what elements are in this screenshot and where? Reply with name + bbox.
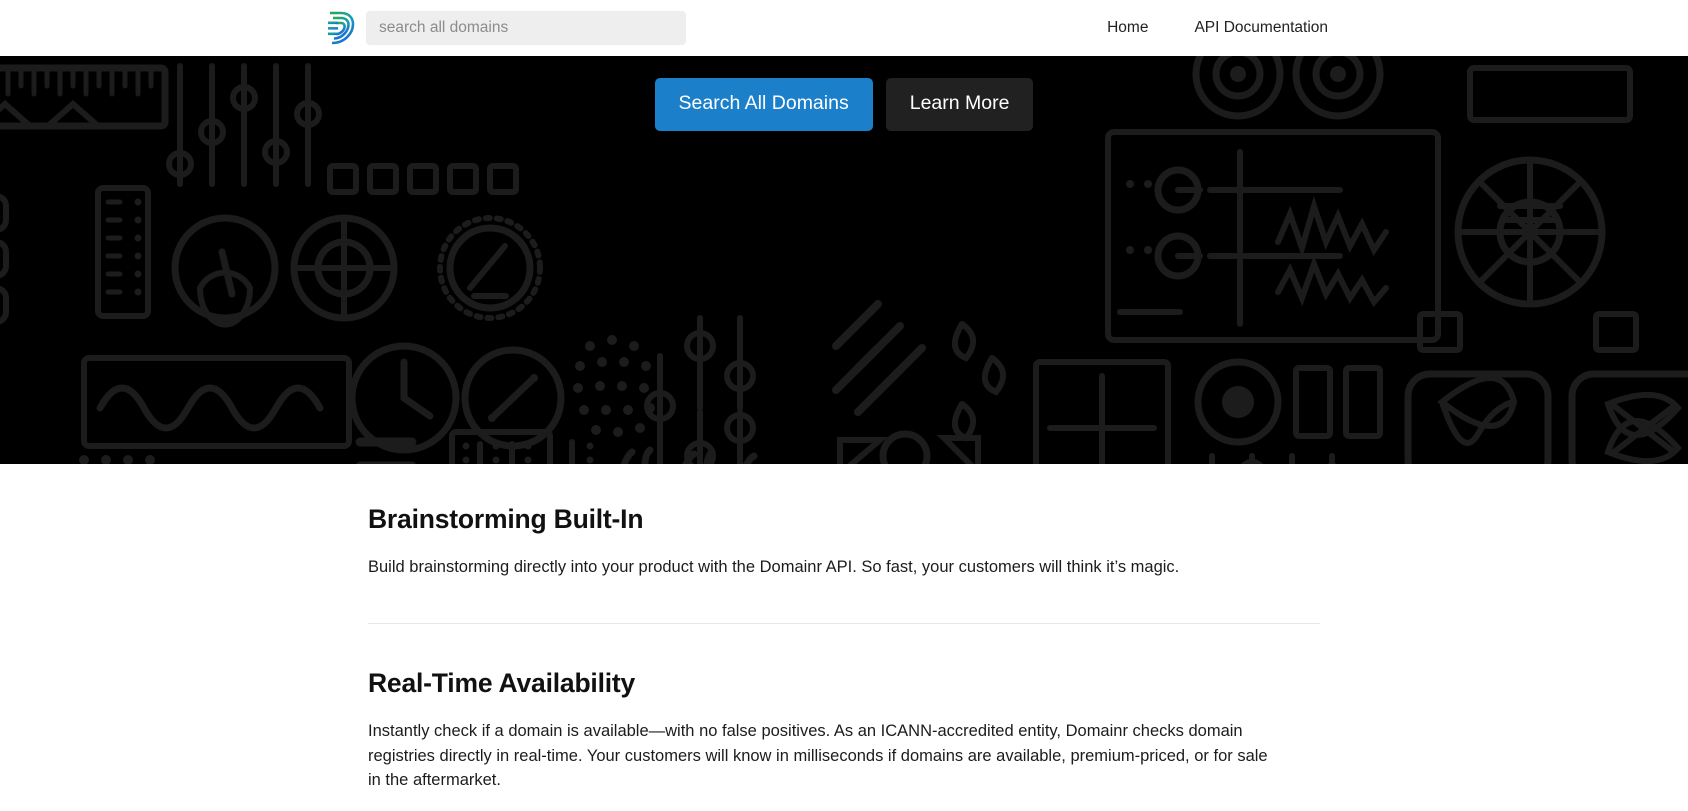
section-heading: Brainstorming Built-In	[368, 504, 644, 534]
section-body: Build brainstorming directly into your p…	[368, 558, 1180, 576]
hero-banner: Search All Domains Learn More	[0, 56, 1688, 464]
nav-link-home[interactable]: Home	[1107, 20, 1148, 36]
nav-links: Home API Documentation	[1107, 0, 1688, 56]
nav-link-api-documentation[interactable]: API Documentation	[1194, 20, 1328, 36]
section-heading: Real-Time Availability	[368, 668, 636, 699]
main-content: Brainstorming Built-In Build brainstormi…	[0, 464, 1688, 793]
section-brainstorming-built-in: Brainstorming Built-In Build brainstormi…	[368, 504, 1298, 579]
domain-search-container[interactable]	[366, 11, 686, 45]
learn-more-button[interactable]: Learn More	[885, 78, 1034, 131]
search-input[interactable]	[366, 11, 686, 45]
domainr-logo-icon[interactable]	[327, 9, 355, 47]
section-real-time-availability: Real-Time Availability Instantly check i…	[368, 668, 1298, 792]
search-all-domains-button[interactable]: Search All Domains	[654, 78, 873, 131]
top-navigation-bar: Home API Documentation	[0, 0, 1688, 56]
hero-call-to-action: Search All Domains Learn More	[0, 78, 1688, 131]
section-body: Instantly check if a domain is available…	[368, 722, 1268, 790]
